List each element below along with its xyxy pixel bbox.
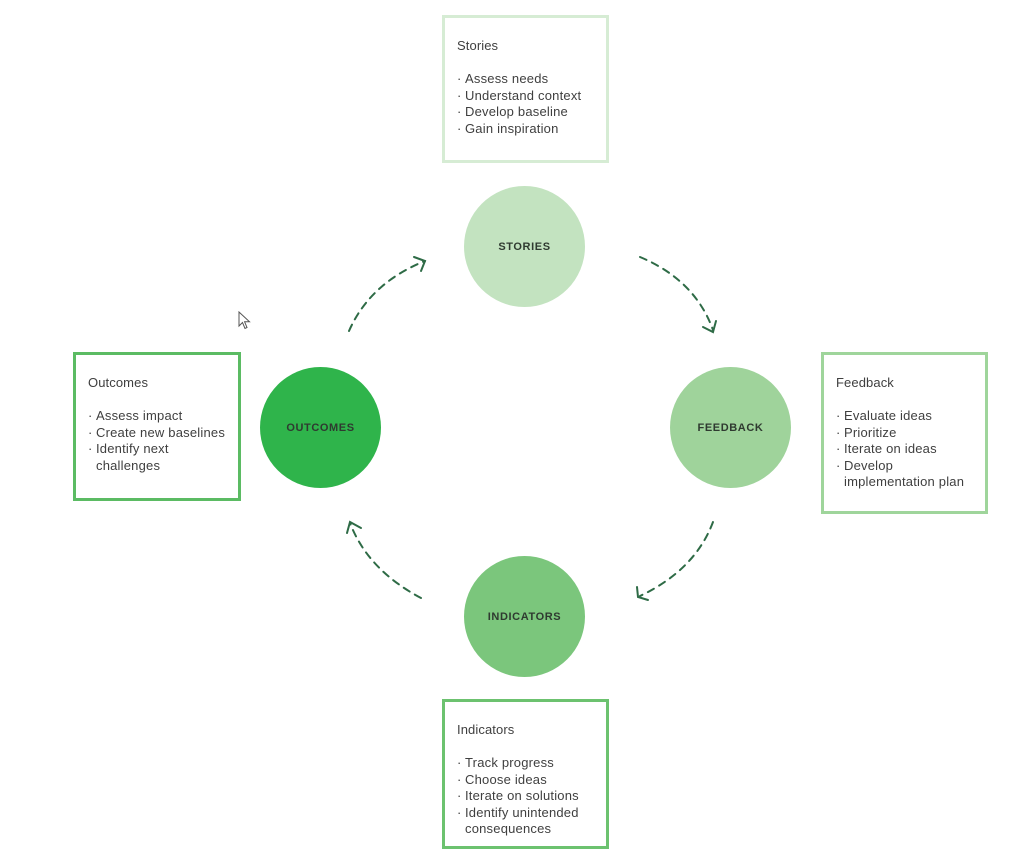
arrowhead-icon (636, 586, 649, 601)
mouse-cursor-icon (238, 311, 251, 330)
arrow-outcomes-to-stories (348, 260, 426, 332)
cycle-arrows (346, 256, 717, 601)
arrow-feedback-to-indicators (639, 521, 714, 597)
arrow-indicators-to-outcomes (349, 522, 422, 599)
arrow-stories-to-feedback (639, 256, 714, 331)
